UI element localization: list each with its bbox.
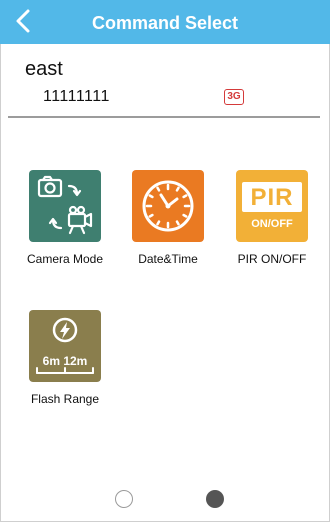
camera-mode-button[interactable]: Camera Mode — [25, 170, 105, 266]
divider — [8, 116, 320, 118]
pir-icon: PIR ON/OFF — [236, 170, 308, 242]
camera-mode-label: Camera Mode — [26, 252, 104, 266]
device-name: east — [25, 58, 63, 80]
camera-video-switch-icon — [29, 170, 101, 242]
page-indicator-1[interactable] — [115, 490, 133, 508]
device-info: east 11111111 3G — [0, 44, 330, 116]
pir-icon-text: PIR — [250, 184, 294, 211]
clock-icon — [132, 170, 204, 242]
flash-range-label: Flash Range — [30, 392, 100, 406]
pir-onoff-button[interactable]: PIR ON/OFF PIR ON/OFF — [232, 170, 312, 266]
flash-range-icon-text: 6m 12m — [42, 354, 88, 368]
date-time-button[interactable]: Date&Time — [128, 170, 208, 266]
flash-range-button[interactable]: 6m 12m Flash Range — [25, 310, 105, 406]
network-badge-3g: 3G — [224, 89, 244, 105]
pir-onoff-label: PIR ON/OFF — [237, 252, 307, 266]
flash-range-icon: 6m 12m — [29, 310, 101, 382]
date-time-label: Date&Time — [138, 252, 198, 266]
device-id: 11111111 — [43, 88, 110, 105]
page-indicator-2-active[interactable] — [206, 490, 224, 508]
header-bar: Command Select — [0, 0, 330, 44]
pir-icon-subtext: ON/OFF — [251, 218, 293, 230]
page-title: Command Select — [91, 13, 239, 33]
